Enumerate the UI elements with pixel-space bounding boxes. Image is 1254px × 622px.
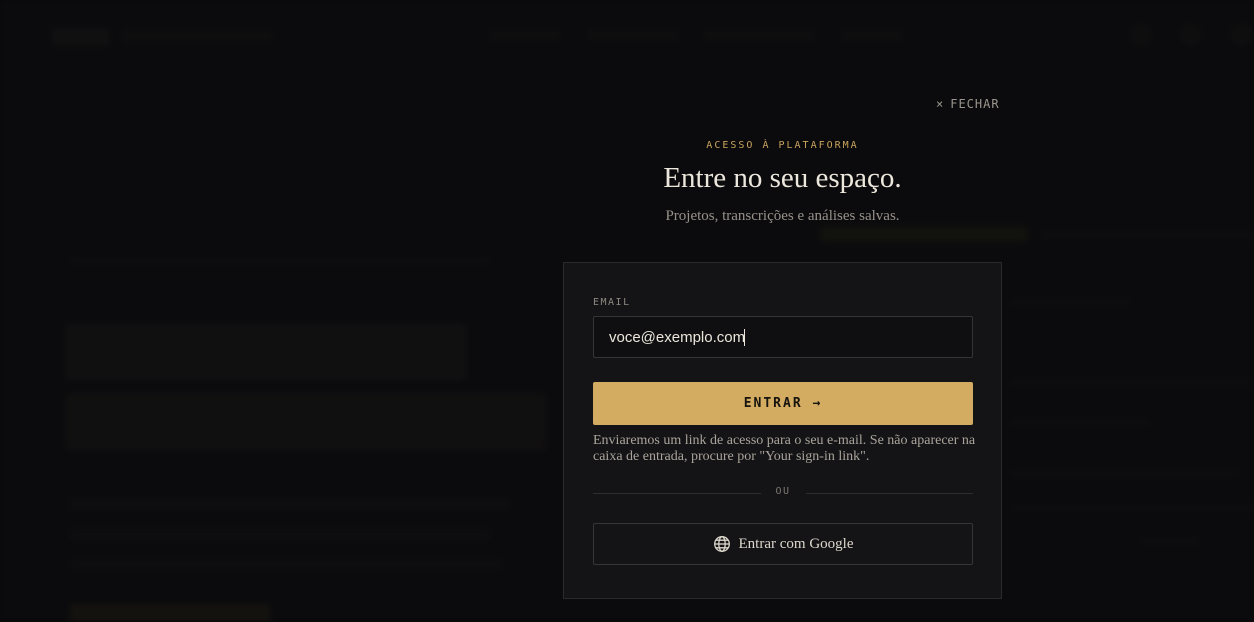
close-label: FECHAR	[950, 97, 1000, 111]
text-caret	[744, 329, 745, 346]
close-icon: ×	[936, 97, 945, 111]
submit-button[interactable]: ENTRAR →	[593, 382, 973, 425]
email-field[interactable]	[593, 316, 973, 358]
modal-subtitle: Projetos, transcrições e análises salvas…	[665, 208, 900, 224]
login-card: EMAIL ENTRAR → Enviaremos um link de ace…	[563, 262, 1002, 599]
google-signin-button[interactable]: Entrar com Google	[593, 523, 973, 565]
close-button[interactable]: × FECHAR	[936, 97, 1000, 111]
email-label: EMAIL	[593, 297, 631, 308]
help-text: Enviaremos um link de acesso para o seu …	[593, 433, 976, 464]
divider-line-right	[806, 493, 973, 494]
globe-icon	[713, 535, 731, 553]
modal-title: Entre no seu espaço.	[663, 162, 902, 194]
google-button-label: Entrar com Google	[738, 535, 854, 552]
eyebrow-label: ACESSO À PLATAFORMA	[706, 140, 859, 151]
divider-label: OU	[775, 486, 791, 497]
